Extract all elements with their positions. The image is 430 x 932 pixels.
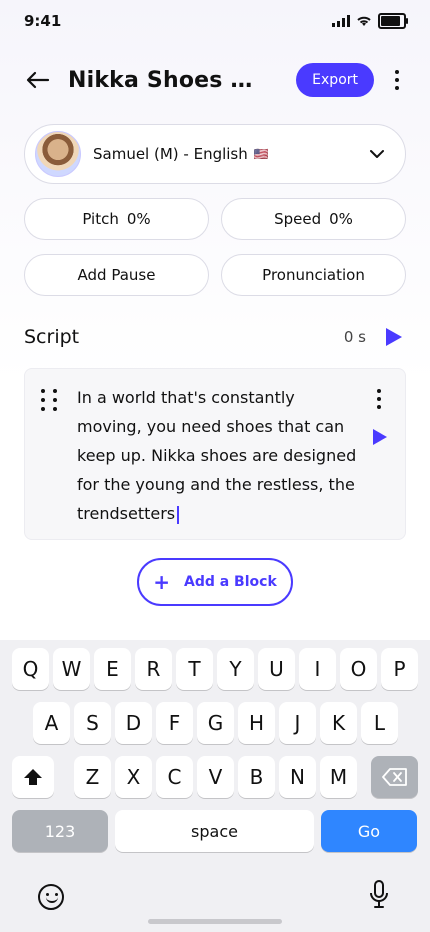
backspace-icon	[381, 768, 407, 786]
battery-icon	[378, 13, 408, 29]
add-pause-label: Add Pause	[77, 266, 156, 284]
speed-value: 0%	[329, 210, 353, 228]
key[interactable]: R	[135, 648, 172, 690]
key[interactable]: Q	[12, 648, 49, 690]
add-block-button[interactable]: + Add a Block	[137, 558, 293, 606]
header: Nikka Shoes Pro... Export	[24, 60, 406, 100]
status-icons	[332, 13, 408, 29]
pronunciation-button[interactable]: Pronunciation	[221, 254, 406, 296]
key[interactable]: C	[156, 756, 193, 798]
more-menu-button[interactable]	[388, 70, 406, 90]
speed-label: Speed	[274, 210, 322, 228]
keyboard-row-2: A S D F G H J K L	[0, 702, 430, 744]
avatar	[35, 131, 81, 177]
signal-icon	[332, 15, 350, 27]
key[interactable]: G	[197, 702, 234, 744]
drag-handle-icon[interactable]	[41, 389, 57, 411]
key[interactable]: V	[197, 756, 234, 798]
key[interactable]: F	[156, 702, 193, 744]
script-duration: 0 s	[343, 328, 366, 346]
text-cursor	[177, 505, 180, 524]
key[interactable]: D	[115, 702, 152, 744]
flag-icon: 🇺🇸	[253, 147, 269, 161]
voice-selector[interactable]: Samuel (M) - English 🇺🇸	[24, 124, 406, 184]
space-key[interactable]: space	[115, 810, 314, 852]
page-title: Nikka Shoes Pro...	[68, 67, 258, 93]
key[interactable]: X	[115, 756, 152, 798]
script-title: Script	[24, 326, 80, 348]
key[interactable]: Z	[74, 756, 111, 798]
home-indicator	[148, 919, 282, 924]
key[interactable]: S	[74, 702, 111, 744]
back-arrow-icon	[26, 71, 50, 89]
key[interactable]: I	[299, 648, 336, 690]
key[interactable]: M	[320, 756, 357, 798]
play-icon[interactable]	[386, 328, 402, 346]
key[interactable]: P	[381, 648, 418, 690]
key[interactable]: L	[361, 702, 398, 744]
shift-icon	[24, 769, 42, 785]
key[interactable]: K	[320, 702, 357, 744]
key[interactable]: A	[33, 702, 70, 744]
block-play-icon[interactable]	[373, 429, 387, 445]
kebab-menu-icon	[395, 70, 399, 74]
block-menu-button[interactable]	[375, 389, 383, 409]
backspace-key[interactable]	[371, 756, 418, 798]
add-pause-button[interactable]: Add Pause	[24, 254, 209, 296]
key[interactable]: H	[238, 702, 275, 744]
key[interactable]: Y	[217, 648, 254, 690]
status-bar: 9:41	[24, 10, 408, 32]
keyboard-row-1: Q W E R T Y U I O P	[0, 648, 430, 690]
go-key[interactable]: Go	[321, 810, 417, 852]
pitch-value: 0%	[126, 210, 151, 228]
pitch-label: Pitch	[82, 210, 119, 228]
key[interactable]: U	[258, 648, 295, 690]
key[interactable]: N	[279, 756, 316, 798]
back-button[interactable]	[24, 66, 52, 94]
wifi-icon	[357, 16, 371, 26]
script-header: Script 0 s	[24, 322, 406, 352]
speed-button[interactable]: Speed 0%	[221, 198, 406, 240]
keyboard: Q W E R T Y U I O P A S D F G H J K L Z …	[0, 640, 430, 932]
script-block-content: In a world that's constantly moving, you…	[77, 388, 357, 523]
numbers-key[interactable]: 123	[12, 810, 108, 852]
key[interactable]: B	[238, 756, 275, 798]
emoji-icon[interactable]	[38, 884, 64, 910]
keyboard-row-4: 123 space Go	[0, 810, 430, 852]
key[interactable]: T	[176, 648, 213, 690]
add-block-label: Add a Block	[183, 574, 277, 590]
key[interactable]: O	[340, 648, 377, 690]
chevron-down-icon	[370, 150, 384, 158]
pronunciation-label: Pronunciation	[262, 266, 365, 284]
status-time: 9:41	[24, 12, 62, 30]
microphone-icon[interactable]	[368, 880, 390, 910]
plus-icon: +	[153, 570, 170, 594]
script-block-text[interactable]: In a world that's constantly moving, you…	[77, 383, 357, 528]
key[interactable]: E	[94, 648, 131, 690]
key[interactable]: W	[53, 648, 90, 690]
voice-label: Samuel (M) - English	[93, 145, 248, 163]
export-button[interactable]: Export	[296, 63, 374, 97]
script-block[interactable]: In a world that's constantly moving, you…	[24, 368, 406, 540]
key[interactable]: J	[279, 702, 316, 744]
keyboard-row-3: Z X C V B N M	[0, 756, 430, 798]
shift-key[interactable]	[12, 756, 54, 798]
pitch-button[interactable]: Pitch 0%	[24, 198, 209, 240]
